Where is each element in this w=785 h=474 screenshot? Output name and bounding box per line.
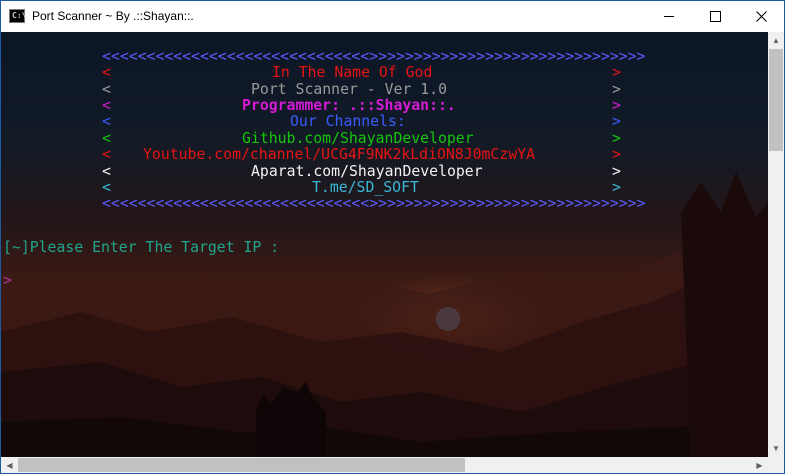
maximize-icon xyxy=(709,11,721,22)
banner-bracket-right-2: > xyxy=(612,81,621,98)
close-icon xyxy=(755,11,767,22)
banner-bracket-left-3: < xyxy=(102,97,111,114)
banner-line-youtube: Youtube.com/channel/UCG4F9NK2kLdiON8J0mC… xyxy=(143,146,535,163)
banner-line-aparat: Aparat.com/ShayanDeveloper xyxy=(251,163,483,180)
banner-bottom-border: <<<<<<<<<<<<<<<<<<<<<<<<<<<<<<>>>>>>>>>>… xyxy=(102,195,646,212)
banner-bracket-right-6: > xyxy=(612,146,621,163)
banner-line-github: Github.com/ShayanDeveloper xyxy=(242,130,474,147)
scrollbar-corner xyxy=(768,457,784,473)
console-app-icon-label: C:\ xyxy=(12,11,27,20)
banner-bracket-left-7: < xyxy=(102,163,111,180)
horizontal-scrollbar[interactable]: ◀ ▶ xyxy=(1,457,768,473)
console-area[interactable]: <<<<<<<<<<<<<<<<<<<<<<<<<<<<<<>>>>>>>>>>… xyxy=(1,32,768,457)
banner-bracket-right-5: > xyxy=(612,130,621,147)
banner-bracket-right-1: > xyxy=(612,64,621,81)
input-caret[interactable]: > xyxy=(3,272,12,289)
banner-line-title: In The Name Of God xyxy=(272,64,433,81)
banner-bracket-right-7: > xyxy=(612,163,621,180)
scroll-up-icon[interactable]: ▲ xyxy=(768,32,784,49)
banner-line-programmer: Programmer: .::Shayan::. xyxy=(242,97,456,114)
banner-top-border: <<<<<<<<<<<<<<<<<<<<<<<<<<<<<<>>>>>>>>>>… xyxy=(102,48,646,65)
terminal-text: <<<<<<<<<<<<<<<<<<<<<<<<<<<<<<>>>>>>>>>>… xyxy=(1,32,768,457)
horizontal-scroll-thumb[interactable] xyxy=(18,458,465,472)
minimize-button[interactable] xyxy=(646,1,692,32)
banner-line-telegram: T.me/SD_SOFT xyxy=(312,179,419,196)
banner-bracket-left-1: < xyxy=(102,64,111,81)
banner-bracket-right-3: > xyxy=(612,97,621,114)
close-button[interactable] xyxy=(738,1,784,32)
banner-bracket-left-8: < xyxy=(102,179,111,196)
scroll-down-icon[interactable]: ▼ xyxy=(768,440,784,457)
maximize-button[interactable] xyxy=(692,1,738,32)
banner-bracket-left-6: < xyxy=(102,146,111,163)
title-bar[interactable]: C:\ Port Scanner ~ By .::Shayan::. xyxy=(1,1,784,33)
console-window: C:\ Port Scanner ~ By .::Shayan::. <<<<<… xyxy=(0,0,785,474)
minimize-icon xyxy=(664,16,674,17)
window-title: Port Scanner ~ By .::Shayan::. xyxy=(32,9,194,23)
target-ip-prompt: [~]Please Enter The Target IP : xyxy=(3,239,280,256)
vertical-scroll-thumb[interactable] xyxy=(769,49,783,151)
banner-bracket-left-5: < xyxy=(102,130,111,147)
scroll-right-icon[interactable]: ▶ xyxy=(751,457,768,473)
banner-bracket-left-2: < xyxy=(102,81,111,98)
banner-bracket-right-4: > xyxy=(612,113,621,130)
vertical-scrollbar[interactable]: ▲ ▼ xyxy=(768,32,784,457)
banner-line-channels-heading: Our Channels: xyxy=(290,113,406,130)
scroll-left-icon[interactable]: ◀ xyxy=(1,457,18,473)
banner-bracket-left-4: < xyxy=(102,113,111,130)
banner-line-version: Port Scanner - Ver 1.0 xyxy=(251,81,447,98)
console-app-icon[interactable]: C:\ xyxy=(9,9,27,23)
banner-bracket-right-8: > xyxy=(612,179,621,196)
